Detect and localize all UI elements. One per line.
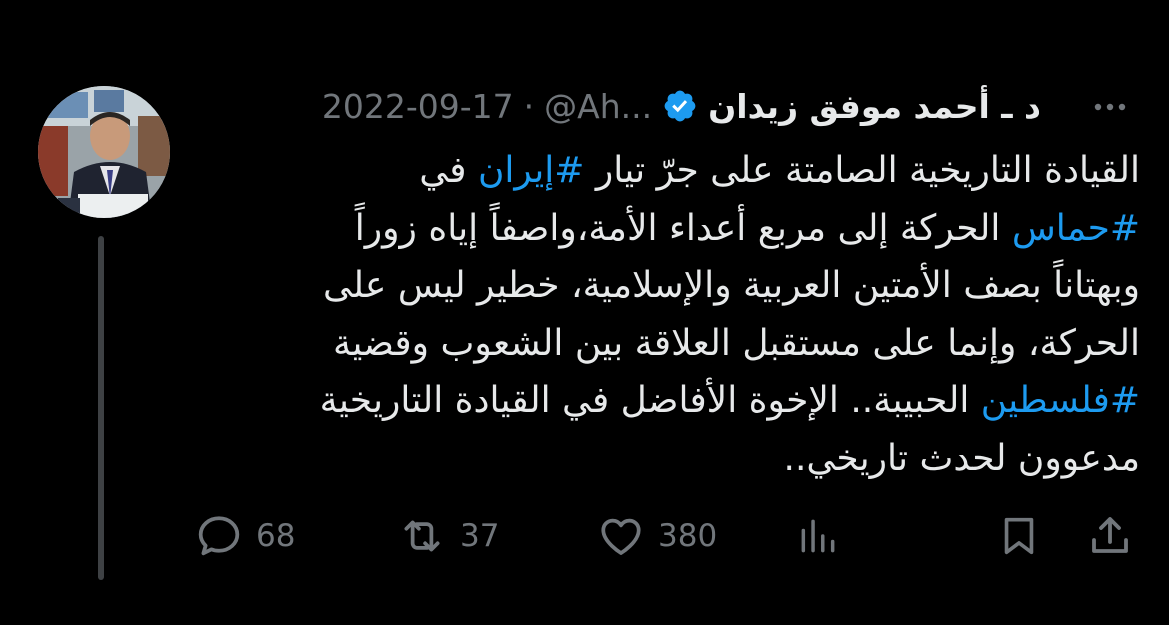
tweet-text-segment: وبهتاناً بصف الأمتين العربية والإسلامية،… xyxy=(322,265,1140,306)
tweet-actions: 68 37 380 xyxy=(0,510,1169,562)
author-name[interactable]: د ـ أحمد موفق زيدان xyxy=(708,87,1041,126)
meta-separator: · xyxy=(523,86,535,126)
like-button[interactable]: 380 xyxy=(596,510,717,562)
author-handle[interactable]: @Ah... xyxy=(544,87,652,126)
tweet-text-segment: مدعوون لحدث تاريخي.. xyxy=(783,437,1140,479)
more-icon[interactable] xyxy=(1086,87,1134,127)
hashtag-link[interactable]: #حماس xyxy=(1012,208,1140,249)
tweet-text-segment: الحركة، وإنما على مستقبل العلاقة بين الش… xyxy=(333,322,1140,364)
tweet-text-segment: الحبيبة.. الإخوة الأفاضل في القيادة التا… xyxy=(319,380,981,421)
retweet-icon xyxy=(404,520,440,552)
retweet-count: 37 xyxy=(460,518,500,554)
hashtag-link[interactable]: #فلسطين xyxy=(981,380,1140,421)
tweet-date[interactable]: 2022-09-17 xyxy=(322,87,514,126)
like-icon xyxy=(601,518,641,555)
tweet-text-line: القيادة التاريخية الصامتة على جرّ تيار #… xyxy=(195,142,1140,200)
tweet-text-segment: القيادة التاريخية الصامتة على جرّ تيار xyxy=(584,150,1140,191)
share-icon xyxy=(1092,517,1128,553)
views-icon xyxy=(801,519,835,553)
hashtag-link[interactable]: #إيران xyxy=(478,150,585,191)
tweet-text-line: الحركة، وإنما على مستقبل العلاقة بين الش… xyxy=(195,315,1140,373)
reply-button[interactable]: 68 xyxy=(194,510,295,562)
tweet-text-line: #فلسطين الحبيبة.. الإخوة الأفاضل في القي… xyxy=(195,372,1140,430)
author-avatar[interactable] xyxy=(38,86,170,218)
more-dots xyxy=(1094,103,1126,111)
tweet-text-segment: في xyxy=(419,150,478,191)
tweet-text: القيادة التاريخية الصامتة على جرّ تيار #… xyxy=(195,142,1140,487)
bookmark-icon xyxy=(1004,517,1034,555)
views-button[interactable] xyxy=(796,510,840,562)
avatar-photo xyxy=(38,86,170,218)
like-count: 380 xyxy=(658,518,718,554)
tweet-text-line: وبهتاناً بصف الأمتين العربية والإسلامية،… xyxy=(195,257,1140,315)
reply-icon xyxy=(198,516,240,556)
tweet-text-line: #حماس الحركة إلى مربع أعداء الأمة،واصفاً… xyxy=(195,200,1140,258)
retweet-button[interactable]: 37 xyxy=(396,510,499,562)
bookmark-button[interactable] xyxy=(996,510,1042,562)
share-button[interactable] xyxy=(1086,510,1134,562)
tweet-header: د ـ أحمد موفق زيدان @Ah... · 2022-09-17 xyxy=(181,80,1041,132)
reply-count: 68 xyxy=(256,518,296,554)
tweet-text-segment: الحركة إلى مربع أعداء الأمة،واصفاً إياه … xyxy=(354,207,1012,249)
verified-badge-icon xyxy=(664,90,696,122)
tweet-text-line: مدعوون لحدث تاريخي.. xyxy=(195,430,1140,488)
